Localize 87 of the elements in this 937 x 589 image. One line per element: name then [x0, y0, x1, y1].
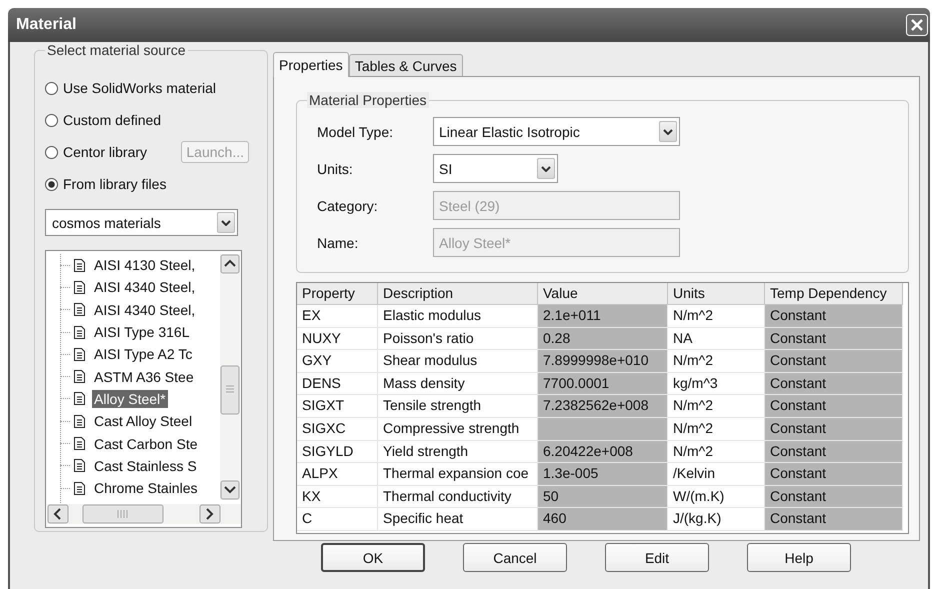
caret-icon	[663, 128, 673, 134]
tree-item[interactable]: Cast Alloy Steel	[92, 412, 194, 430]
document-icon	[74, 348, 85, 361]
table-cell: KX	[297, 486, 378, 508]
tree-item[interactable]: AISI 4130 Steel,	[92, 256, 198, 274]
column-header[interactable]: Temp Dependency	[765, 283, 903, 305]
table-cell[interactable]: Constant	[765, 305, 903, 328]
tree-item[interactable]: Cast Carbon Ste	[92, 434, 200, 453]
radio-option[interactable]: Use SolidWorks material	[45, 80, 216, 96]
document-icon	[74, 258, 85, 272]
table-cell[interactable]: Constant	[765, 486, 903, 508]
table-cell[interactable]: Constant	[765, 372, 903, 396]
dialog-button[interactable]: Help	[747, 543, 851, 572]
tree-item[interactable]: ASTM A36 Stee	[92, 368, 196, 386]
table-cell[interactable]: 0.28	[538, 328, 668, 350]
table-cell: DENS	[297, 372, 378, 396]
tree-item[interactable]: AISI 4340 Steel,	[92, 278, 198, 296]
table-cell[interactable]: 1.3e-005	[538, 463, 668, 486]
tab[interactable]: Tables & Curves	[348, 54, 463, 76]
group-label: Select material source	[45, 42, 188, 58]
tree-item[interactable]: Chrome Stainles	[92, 479, 200, 498]
table-cell: SIGXT	[297, 395, 378, 418]
document-icon	[74, 482, 85, 495]
table-cell: SIGXC	[297, 418, 378, 441]
document-icon	[74, 459, 85, 472]
table-cell[interactable]: Constant	[765, 463, 903, 486]
close-icon[interactable]	[906, 14, 928, 36]
field-label: Model Type:	[317, 124, 394, 140]
table-cell[interactable]: Constant	[765, 440, 903, 464]
column-header[interactable]: Description	[378, 283, 538, 305]
radio-option[interactable]: Centor library	[45, 144, 148, 160]
document-icon	[74, 414, 85, 428]
column-header[interactable]: Value	[538, 283, 668, 305]
table-cell: C	[297, 508, 378, 531]
radio-option[interactable]: From library files	[45, 176, 166, 192]
tree-item[interactable]: AISI Type 316L	[92, 323, 192, 342]
table-cell[interactable]: Constant	[765, 418, 903, 441]
table-cell[interactable]: 7700.0001	[538, 372, 668, 396]
field-label: Category:	[317, 198, 379, 214]
document-icon	[74, 392, 85, 406]
table-cell[interactable]: 50	[538, 486, 668, 508]
table-cell[interactable]: Constant	[765, 395, 903, 418]
caret-icon	[541, 166, 551, 172]
document-icon	[74, 437, 85, 450]
field-label: Units:	[317, 160, 354, 176]
document-icon	[74, 280, 85, 294]
radio-button[interactable]	[45, 178, 58, 190]
document-icon	[74, 303, 85, 316]
table-cell[interactable]: 7.2382562e+008	[538, 395, 668, 418]
document-icon	[74, 370, 85, 384]
dialog-button[interactable]: OK	[321, 543, 425, 572]
radio-button[interactable]	[45, 114, 58, 126]
radio-button[interactable]	[45, 82, 58, 94]
tree-item[interactable]: Alloy Steel*	[92, 390, 168, 408]
table-cell[interactable]: 2.1e+011	[538, 305, 668, 328]
tab[interactable]: Properties	[273, 52, 349, 77]
radio-button[interactable]	[45, 146, 58, 158]
tree-item[interactable]: AISI Type A2 Tc	[92, 345, 194, 364]
table-cell: EX	[297, 305, 378, 328]
window-title: Material	[16, 16, 76, 34]
table-cell[interactable]: Constant	[765, 328, 903, 350]
table-cell[interactable]: 7.8999998e+010	[538, 350, 668, 373]
dialog-button[interactable]: Edit	[605, 543, 709, 572]
vertical-scrollbar[interactable]	[220, 254, 240, 500]
caret-icon	[221, 220, 231, 226]
radio-option[interactable]: Custom defined	[45, 112, 162, 128]
dropdown-field[interactable]: SI	[433, 154, 558, 183]
dialog-button[interactable]: Cancel	[463, 543, 567, 572]
document-icon	[74, 326, 85, 339]
table-cell[interactable]	[538, 418, 668, 441]
tree-item[interactable]: AISI 4340 Steel,	[92, 300, 198, 319]
library-dropdown[interactable]: cosmos materials	[45, 209, 238, 236]
table-cell[interactable]: 460	[538, 508, 668, 531]
field-label: Name:	[317, 234, 360, 250]
horizontal-scrollbar[interactable]	[47, 504, 241, 524]
column-header[interactable]: Units	[668, 283, 765, 305]
group-label: Material Properties	[307, 92, 428, 108]
dropdown-field[interactable]: Linear Elastic Isotropic	[433, 117, 680, 146]
table-cell: SIGYLD	[297, 440, 378, 464]
table-cell[interactable]: 6.20422e+008	[538, 440, 668, 464]
tree-item[interactable]: Cast Stainless S	[92, 456, 199, 475]
table-cell: NUXY	[297, 328, 378, 350]
table-cell[interactable]: Constant	[765, 508, 903, 531]
table-cell[interactable]: Constant	[765, 350, 903, 373]
table-cell: GXY	[297, 350, 378, 373]
table-cell: ALPX	[297, 463, 378, 486]
column-header[interactable]: Property	[297, 283, 378, 305]
